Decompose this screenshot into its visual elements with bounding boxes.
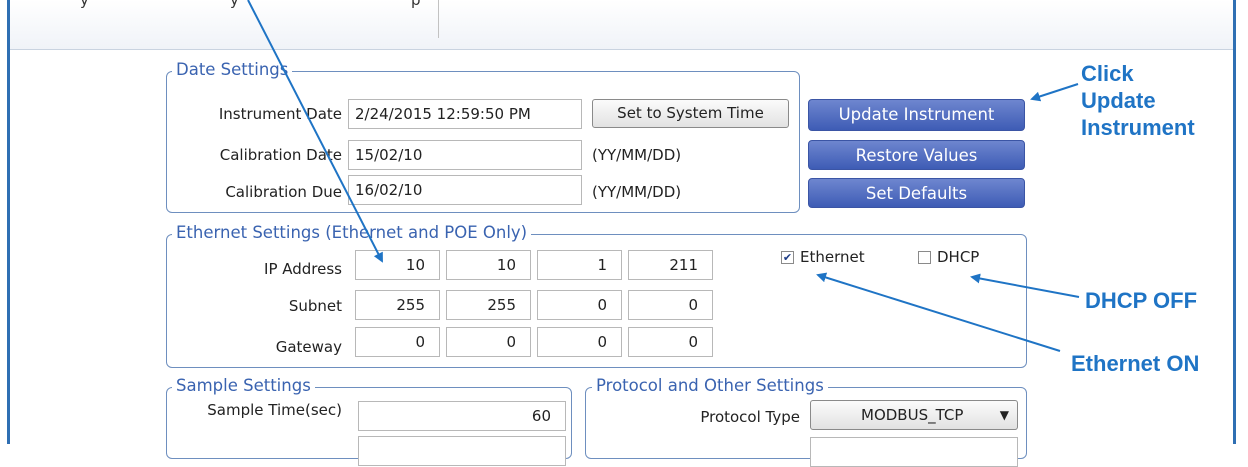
calibration-due-field[interactable]: 16/02/10	[348, 175, 582, 205]
set-system-time-button[interactable]: Set to System Time	[592, 99, 789, 128]
protocol-settings-legend: Protocol and Other Settings	[592, 376, 828, 396]
ethernet-checkbox[interactable]: ✔	[781, 251, 794, 264]
calibration-date-field[interactable]: 15/02/10	[348, 140, 582, 170]
sample-time-field[interactable]: 60	[358, 401, 566, 431]
subnet-octet-4[interactable]: 0	[628, 290, 713, 320]
ethernet-checkbox-label: Ethernet	[800, 248, 865, 266]
tab-strip: y y p	[10, 0, 1233, 50]
subnet-octet-3[interactable]: 0	[537, 290, 622, 320]
date-settings-legend: Date Settings	[172, 60, 293, 80]
arrow-to-update-instrument	[1030, 83, 1079, 102]
set-defaults-button[interactable]: Set Defaults	[808, 178, 1025, 208]
instrument-date-label: Instrument Date	[218, 105, 342, 123]
protocol-type-value: MODBUS_TCP	[861, 406, 964, 424]
protocol-type-select[interactable]: MODBUS_TCP ▼	[810, 400, 1018, 430]
dhcp-checkbox-label: DHCP	[937, 248, 980, 266]
gateway-octet-1[interactable]: 0	[355, 327, 440, 357]
gateway-label: Gateway	[275, 338, 342, 356]
gateway-octet-4[interactable]: 0	[628, 327, 713, 357]
gateway-octet-2[interactable]: 0	[446, 327, 531, 357]
ip-address-label: IP Address	[264, 260, 342, 278]
annotation-dhcp-off: DHCP OFF	[1085, 288, 1198, 313]
chevron-down-icon: ▼	[999, 408, 1009, 422]
protocol-type-label: Protocol Type	[700, 408, 800, 426]
tab-divider	[438, 0, 439, 38]
calibration-due-format: (YY/MM/DD)	[592, 183, 682, 201]
sample-settings-next-field[interactable]	[358, 436, 566, 466]
subnet-label: Subnet	[288, 297, 342, 315]
gateway-octet-3[interactable]: 0	[537, 327, 622, 357]
sample-time-label: Sample Time(sec)	[207, 401, 342, 419]
ip-octet-1[interactable]: 10	[355, 250, 440, 280]
calibration-due-label: Calibration Due	[225, 183, 342, 201]
ip-octet-3[interactable]: 1	[537, 250, 622, 280]
annotation-ethernet-on: Ethernet ON	[1071, 351, 1200, 376]
subnet-octet-1[interactable]: 255	[355, 290, 440, 320]
update-instrument-button[interactable]: Update Instrument	[808, 99, 1025, 131]
ip-octet-2[interactable]: 10	[446, 250, 531, 280]
window-left-border	[7, 0, 10, 444]
sample-settings-legend: Sample Settings	[172, 376, 315, 396]
ethernet-settings-legend: Ethernet Settings (Ethernet and POE Only…	[172, 223, 532, 243]
dhcp-checkbox[interactable]	[918, 251, 931, 264]
tab-fragment-2[interactable]: y	[230, 0, 239, 9]
tab-fragment-1[interactable]: y	[80, 0, 89, 9]
annotation-click-update: Click Update Instrument	[1081, 60, 1195, 141]
annotation-click-line-3: Instrument	[1081, 115, 1195, 140]
window-right-border	[1233, 0, 1236, 444]
annotation-click-line-2: Update	[1081, 88, 1156, 113]
instrument-date-field[interactable]: 2/24/2015 12:59:50 PM	[348, 99, 582, 129]
protocol-settings-next-field[interactable]	[810, 437, 1018, 467]
calibration-date-format: (YY/MM/DD)	[592, 146, 682, 164]
subnet-octet-2[interactable]: 255	[446, 290, 531, 320]
restore-values-button[interactable]: Restore Values	[808, 140, 1025, 170]
annotation-click-line-1: Click	[1081, 61, 1134, 86]
ip-octet-4[interactable]: 211	[628, 250, 713, 280]
calibration-date-label: Calibration Date	[219, 146, 342, 164]
tab-fragment-3[interactable]: p	[411, 0, 421, 9]
